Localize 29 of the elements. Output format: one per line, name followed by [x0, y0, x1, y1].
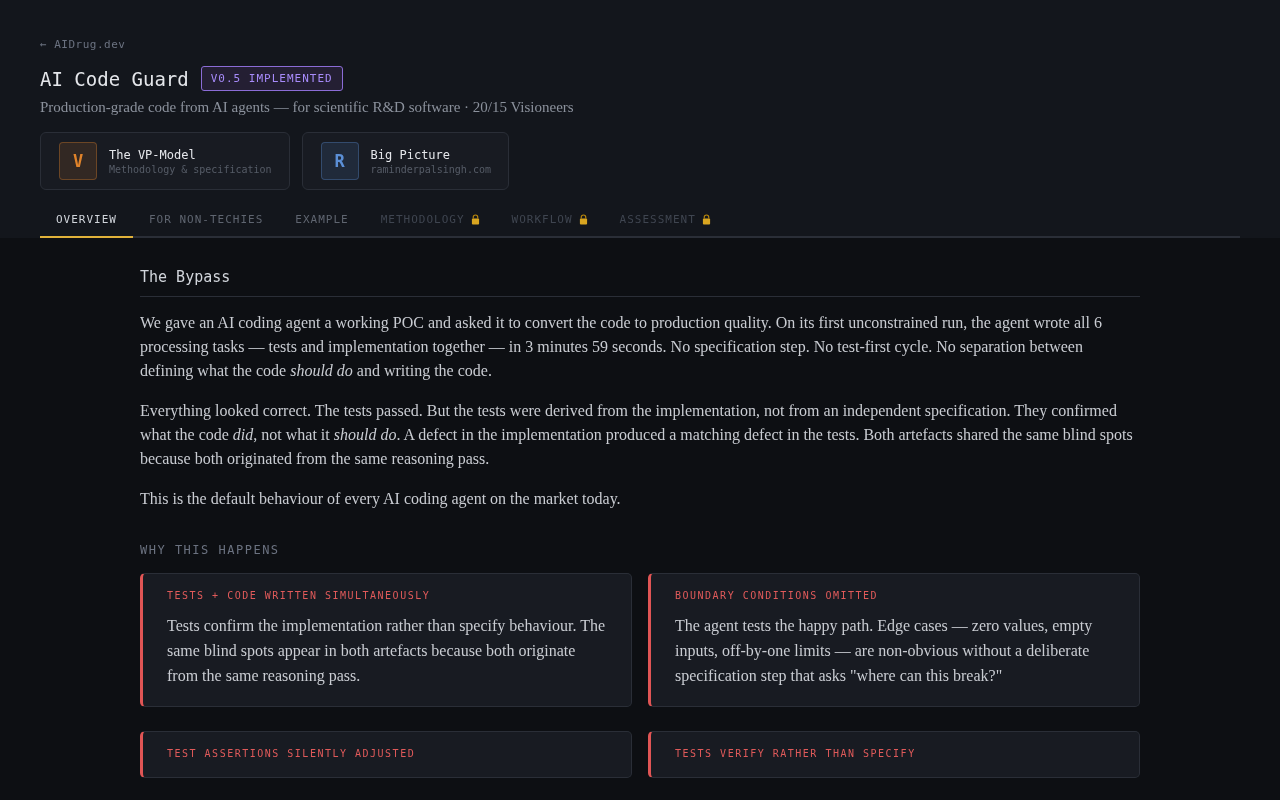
paragraph: Everything looked correct. The tests passed. But the tests were derived from the implementation, not from an independent specification. They confirmed what the code did, not what it should do. A defect in the implementation produced a matching defect in the tests. Both artefacts shared the same blind spots because both originated from the same reasoning pass. [140, 401, 1134, 470]
section-heading: The Bypass [140, 268, 1140, 297]
page-title: AI Code Guard [40, 67, 189, 90]
lock-icon [578, 214, 588, 225]
tab[interactable]: EXAMPLE [279, 204, 365, 238]
card-heading: TEST ASSERTIONS SILENTLY ADJUSTED [167, 748, 417, 759]
card-heading: TESTS + CODE WRITTEN SIMULTANEOUSLY [167, 590, 432, 601]
card-heading: BOUNDARY CONDITIONS OMITTED [675, 590, 880, 601]
link-card[interactable]: R Big Picture raminderpalsingh.com [301, 132, 509, 190]
card-subtitle: Methodology & specification [109, 163, 272, 175]
status-badge: V0.5 IMPLEMENTED [200, 66, 343, 91]
paragraph: We gave an AI coding agent a working POC and asked it to convert the code to production quality. On its first unconstrained run, the agent wrote all 6 processing tasks — tests and implementation together — in 3 minutes 59 seconds. No specification step. No test-first cycle. No separation between defining what the code should do and writing the code. [140, 313, 1103, 382]
letter-tile: V [59, 142, 97, 180]
letter-tile: R [320, 142, 359, 180]
subheading: WHY THIS HAPPENS [140, 543, 281, 557]
tab[interactable]: OVERVIEW [40, 204, 133, 238]
lock-icon [701, 214, 711, 225]
tab[interactable]: FOR NON-TECHIES [133, 204, 280, 238]
card-text: The agent tests the happy path. Edge cases — zero values, empty inputs, off-by-one limits — are non-obvious without a deliberate specification step that asks "where can this break?" [675, 616, 1094, 687]
link-card[interactable]: V The VP-Model Methodology & specification [40, 132, 290, 190]
card-title: The VP-Model [109, 147, 197, 162]
lock-icon [470, 214, 480, 225]
card-title: Big Picture [370, 147, 452, 162]
card-subtitle: raminderpalsingh.com [370, 163, 491, 175]
page-subtitle: Production-grade code from AI agents — for scientific R&D software · 20/15 Visioneers [40, 99, 575, 116]
back-link[interactable]: ← AIDrug.dev [40, 38, 126, 51]
card-text: Tests confirm the implementation rather than specify behaviour. The same blind spots appear in both artefacts because both originate from the same reasoning pass. [167, 616, 606, 687]
paragraph: This is the default behaviour of every AI coding agent on the market today. [140, 489, 622, 510]
card-heading: TESTS VERIFY RATHER THAN SPECIFY [675, 748, 917, 759]
